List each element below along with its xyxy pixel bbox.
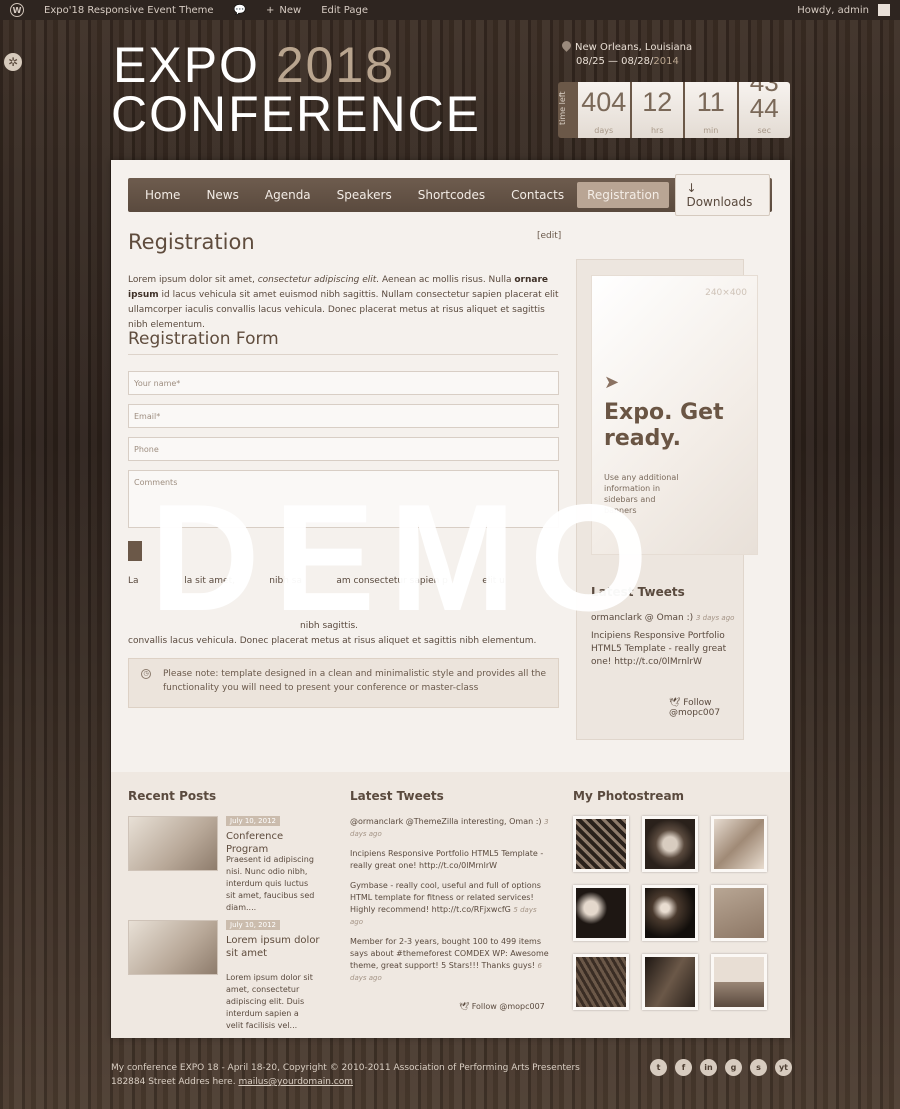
paper-plane-icon: ➤ <box>604 372 620 393</box>
photostream-title: My Photostream <box>573 789 685 803</box>
intro-paragraph: Lorem ipsum dolor sit amet, consectetur … <box>128 275 559 330</box>
post-excerpt: Praesent id adipiscing nisi. Nunc odio n… <box>226 855 315 912</box>
wordpress-icon: W <box>10 3 24 17</box>
bird-icon: 🕊 <box>669 698 684 708</box>
post-thumbnail[interactable] <box>128 816 218 871</box>
twitter-icon[interactable]: t <box>650 1059 667 1076</box>
sidebar: 240×400 ➤ Expo. Get ready. Use any addit… <box>576 259 758 740</box>
countdown-timer: time left 404 days 12 hrs 11 min 43 44 s… <box>558 82 790 138</box>
social-links: t f in g s yt <box>650 1059 792 1076</box>
my-account-menu[interactable]: Howdy, admin <box>787 0 900 20</box>
tweet-list: @ormanclark @ThemeZilla interesting, Oma… <box>350 816 550 992</box>
sidebar-follow-link[interactable]: 🕊 Follow @mopc007 <box>669 698 743 718</box>
tweet-item: Gymbase - really cool, useful and full o… <box>350 881 541 926</box>
banner-text: Use any additional information in sideba… <box>604 473 679 515</box>
youtube-icon[interactable]: yt <box>775 1059 792 1076</box>
name-field[interactable]: Your name* <box>128 371 559 395</box>
avatar <box>878 4 890 16</box>
site-logo[interactable]: EXPO 2018 <box>113 38 395 92</box>
tweet-item: Incipiens Responsive Portfolio HTML5 Tem… <box>350 849 544 870</box>
post-excerpt: Lorem ipsum dolor sit amet, consectetur … <box>226 973 313 1030</box>
nav-speakers[interactable]: Speakers <box>324 188 405 202</box>
countdown-label: time left <box>558 91 567 125</box>
downloads-button[interactable]: ↓ Downloads <box>675 174 770 216</box>
photo-thumbnail[interactable] <box>573 954 629 1010</box>
site-logo-line2: CONFERENCE <box>111 86 482 142</box>
nav-news[interactable]: News <box>193 188 251 202</box>
edit-link[interactable]: [edit] <box>537 231 561 241</box>
comment-icon: 💬 <box>233 4 247 16</box>
nav-registration[interactable]: Registration <box>577 182 670 208</box>
body-paragraph: La la sit amet, nibh sa am consectetur s… <box>128 576 537 646</box>
post-title[interactable]: Conference Program <box>226 830 324 856</box>
post-date: July 10, 2012 <box>226 920 280 930</box>
photo-thumbnail[interactable] <box>711 954 767 1010</box>
gear-icon[interactable]: ✲ <box>4 53 22 71</box>
form-title: Registration Form <box>128 329 279 349</box>
facebook-icon[interactable]: f <box>675 1059 692 1076</box>
post-thumbnail[interactable] <box>128 920 218 975</box>
photo-thumbnail[interactable] <box>642 954 698 1010</box>
comments-field[interactable]: Comments <box>128 470 559 528</box>
latest-tweets-title: Latest Tweets <box>350 789 444 803</box>
footer-widgets: Recent Posts July 10, 2012 Conference Pr… <box>111 772 790 1038</box>
location-pin-icon <box>560 39 573 52</box>
photo-thumbnail[interactable] <box>573 816 629 872</box>
ad-banner[interactable]: 240×400 ➤ Expo. Get ready. Use any addit… <box>591 275 758 555</box>
sidebar-tweets: ormanclark @ Oman :) 3 days ago Incipien… <box>591 613 735 667</box>
footer-copyright: My conference EXPO 18 - April 18-20, Cop… <box>111 1063 580 1087</box>
photo-thumbnail[interactable] <box>642 816 698 872</box>
main-container: Home News Agenda Speakers Shortcodes Con… <box>111 160 790 1038</box>
divider <box>128 354 558 355</box>
sidebar-tweets-title: Latest Tweets <box>591 585 685 599</box>
photo-thumbnail[interactable] <box>711 816 767 872</box>
page-title: Registration <box>128 230 255 254</box>
notice-box: ◷ Please note: template designed in a cl… <box>128 658 559 708</box>
event-dates: 08/25 — 08/28/2014 <box>576 56 679 67</box>
main-nav: Home News Agenda Speakers Shortcodes Con… <box>128 174 772 216</box>
email-link[interactable]: mailus@yourdomain.com <box>238 1077 353 1087</box>
new-content-button[interactable]: + New <box>256 0 311 20</box>
email-field[interactable]: Email* <box>128 404 559 428</box>
linkedin-icon[interactable]: in <box>700 1059 717 1076</box>
post-date: July 10, 2012 <box>226 816 280 826</box>
nav-contacts[interactable]: Contacts <box>498 188 577 202</box>
banner-title: Expo. Get ready. <box>604 400 724 451</box>
wordpress-logo-button[interactable]: W <box>0 0 34 20</box>
phone-field[interactable]: Phone <box>128 437 559 461</box>
countdown-hours: 12 hrs <box>631 82 683 138</box>
post-title[interactable]: Lorem ipsum dolor sit amet <box>226 934 324 960</box>
event-location: New Orleans, Louisiana 08/25 — 08/28/201… <box>560 39 692 69</box>
nav-agenda[interactable]: Agenda <box>252 188 324 202</box>
recent-posts-title: Recent Posts <box>128 789 217 803</box>
tweet-item: @ormanclark @ThemeZilla interesting, Oma… <box>350 817 549 838</box>
photo-thumbnail[interactable] <box>573 885 629 941</box>
clock-icon: ◷ <box>141 669 151 679</box>
countdown-minutes: 11 min <box>685 82 737 138</box>
plus-icon: + <box>266 4 275 16</box>
submit-button[interactable] <box>128 541 142 561</box>
comments-button[interactable]: 💬 <box>224 0 256 20</box>
site-name-link[interactable]: Expo'18 Responsive Event Theme <box>34 0 224 20</box>
admin-bar: W Expo'18 Responsive Event Theme 💬 + New … <box>0 0 900 20</box>
edit-page-link[interactable]: Edit Page <box>311 0 378 20</box>
follow-link[interactable]: 🕊 Follow @mopc007 <box>459 1002 545 1011</box>
photo-thumbnail[interactable] <box>711 885 767 941</box>
photo-thumbnail[interactable] <box>642 885 698 941</box>
countdown-days: 404 days <box>578 82 630 138</box>
nav-home[interactable]: Home <box>132 188 193 202</box>
nav-shortcodes[interactable]: Shortcodes <box>405 188 498 202</box>
google-icon[interactable]: g <box>725 1059 742 1076</box>
countdown-seconds: 43 44 sec <box>738 82 790 138</box>
bird-icon: 🕊 <box>459 1002 472 1011</box>
banner-size-label: 240×400 <box>705 288 747 298</box>
skype-icon[interactable]: s <box>750 1059 767 1076</box>
tweet-item: Member for 2-3 years, bought 100 to 499 … <box>350 937 549 982</box>
